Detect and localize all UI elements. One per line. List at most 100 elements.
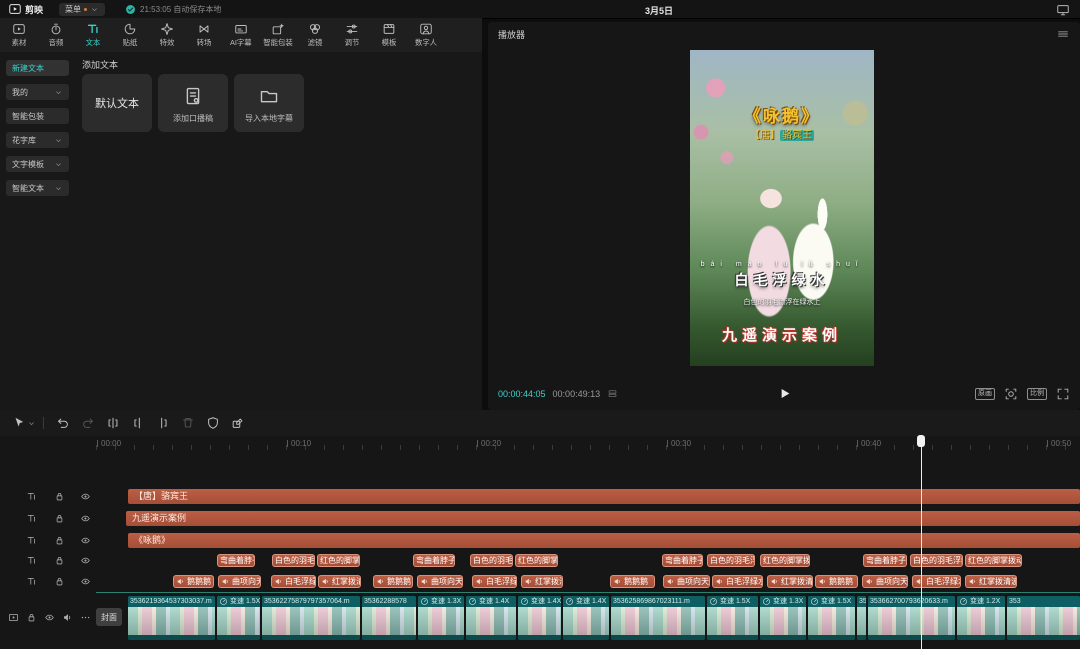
lock-icon[interactable]	[54, 535, 65, 546]
text-track-clip[interactable]: 《咏鹅》	[128, 533, 1080, 548]
tts-segment[interactable]: 红掌拨清	[318, 575, 361, 588]
monitor-icon[interactable]	[1056, 3, 1070, 17]
tts-segment[interactable]: 白毛浮绿水	[912, 575, 961, 588]
lock-icon[interactable]	[54, 576, 65, 587]
card-import-subtitles[interactable]: 导入本地字幕	[234, 74, 304, 132]
text-track-icon[interactable]	[26, 535, 37, 546]
eye-icon[interactable]	[80, 576, 91, 587]
card-add-script[interactable]: 添加口播稿	[158, 74, 228, 132]
caption-segment[interactable]: 弯曲着脖子	[413, 554, 455, 567]
sidebar-item-my[interactable]: 我的	[6, 84, 69, 100]
video-clip[interactable]: 3536219364537303037.m	[128, 596, 215, 640]
tts-segment[interactable]: 鹅鹅鹅	[815, 575, 858, 588]
text-track-icon[interactable]	[26, 491, 37, 502]
fullscreen-icon[interactable]	[1056, 387, 1070, 401]
sidebar-item-smart-text[interactable]: 智能文本	[6, 180, 69, 196]
tts-segment[interactable]: 鹅鹅鹅	[610, 575, 655, 588]
caption-segment[interactable]: 白色的羽毛浮绿	[910, 554, 963, 567]
sidebar-item-new-text[interactable]: 新建文本	[6, 60, 69, 76]
quality-badge[interactable]: 原画	[975, 388, 995, 400]
caption-segment[interactable]: 红色的脚掌拨	[515, 554, 558, 567]
video-clip[interactable]: 35362288578	[362, 596, 416, 640]
tts-segment[interactable]: 曲项向天	[218, 575, 261, 588]
caption-segment[interactable]: 白色的羽毛	[470, 554, 513, 567]
lock-icon[interactable]	[54, 555, 65, 566]
ribbon-item-materials[interactable]: 素材	[0, 20, 37, 50]
lock-icon[interactable]	[54, 491, 65, 502]
video-clip[interactable]: 变速 1.3X	[418, 596, 464, 640]
eye-icon[interactable]	[80, 513, 91, 524]
tts-segment[interactable]: 曲项向天	[417, 575, 463, 588]
tool-mask[interactable]	[200, 412, 225, 434]
tool-crop[interactable]	[225, 412, 250, 434]
tts-segment[interactable]: 白毛浮绿	[472, 575, 517, 588]
video-preview[interactable]: 《咏鹅》 【唐】骆宾王 bái máo fú lǜ shuǐ 白毛浮绿水 白色的…	[690, 50, 874, 366]
lock-icon[interactable]	[54, 513, 65, 524]
tts-segment[interactable]: 曲项向天	[663, 575, 710, 588]
sidebar-item-text-templates[interactable]: 文字模板	[6, 156, 69, 172]
video-clip[interactable]: 35362275879797357064.m	[262, 596, 360, 640]
ribbon-item-text[interactable]: 文本	[74, 20, 111, 50]
text-track-icon[interactable]	[26, 576, 37, 587]
tool-trim-left[interactable]	[125, 412, 150, 434]
tool-split[interactable]	[100, 412, 125, 434]
caption-segment[interactable]: 白色的羽毛	[272, 554, 315, 567]
sidebar-item-smart-package[interactable]: 智能包装	[6, 108, 69, 124]
ribbon-item-digital-human[interactable]: 数字人	[407, 20, 444, 50]
tts-segment[interactable]: 白毛浮绿	[271, 575, 316, 588]
ribbon-item-smart-package[interactable]: 智能包装	[259, 20, 296, 50]
text-track-icon[interactable]	[26, 513, 37, 524]
eye-icon[interactable]	[80, 535, 91, 546]
tool-trim-right[interactable]	[150, 412, 175, 434]
ratio-badge[interactable]: 比例	[1027, 388, 1047, 400]
ribbon-item-templates[interactable]: 模板	[370, 20, 407, 50]
card-default-text[interactable]: 默认文本	[82, 74, 152, 132]
tool-delete[interactable]	[175, 412, 200, 434]
video-clip[interactable]: 变速 1.5X	[707, 596, 758, 640]
video-clip[interactable]: 353625869867023111.m	[611, 596, 705, 640]
caption-segment[interactable]: 白色的羽毛浮	[707, 554, 755, 567]
video-clip[interactable]: 353662700793620633.m	[868, 596, 955, 640]
caption-segment[interactable]: 红色的脚掌拨动	[965, 554, 1022, 567]
play-button[interactable]	[777, 386, 792, 401]
video-track-icon[interactable]	[8, 612, 19, 623]
tts-segment[interactable]: 鹅鹅鹅	[373, 575, 413, 588]
eye-icon[interactable]	[80, 555, 91, 566]
ribbon-item-adjust[interactable]: 调节	[333, 20, 370, 50]
more-icon[interactable]	[80, 612, 91, 623]
burger-menu-icon[interactable]	[1056, 27, 1070, 41]
ribbon-item-filters[interactable]: 滤镜	[296, 20, 333, 50]
eye-icon[interactable]	[44, 612, 55, 623]
menu-button[interactable]: 菜单	[59, 3, 105, 16]
speaker-icon[interactable]	[62, 612, 73, 623]
ribbon-item-stickers[interactable]: 贴纸	[111, 20, 148, 50]
video-clip[interactable]: 35	[857, 596, 866, 640]
list-icon[interactable]	[607, 388, 618, 399]
ribbon-item-audio[interactable]: 音频	[37, 20, 74, 50]
video-clip[interactable]: 变速 1.5X	[217, 596, 260, 640]
video-clip[interactable]: 变速 1.3X	[760, 596, 806, 640]
video-clip[interactable]: 变速 1.4X	[466, 596, 516, 640]
caption-segment[interactable]: 红色的脚掌	[317, 554, 360, 567]
tool-undo[interactable]	[50, 412, 75, 434]
text-track-clip[interactable]: 九遥演示案例	[126, 511, 1080, 526]
ribbon-item-transitions[interactable]: 转场	[185, 20, 222, 50]
tts-segment[interactable]: 鹅鹅鹅	[173, 575, 214, 588]
video-clip[interactable]: 变速 1.4X	[563, 596, 609, 640]
caption-segment[interactable]: 弯曲着脖子	[863, 554, 907, 567]
text-track-clip[interactable]: 【唐】骆宾王	[128, 489, 1080, 504]
sidebar-item-word-art[interactable]: 花字库	[6, 132, 69, 148]
text-track-icon[interactable]	[26, 555, 37, 566]
caption-segment[interactable]: 弯曲着脖子	[662, 554, 703, 567]
caption-segment[interactable]: 弯曲着脖子	[217, 554, 255, 567]
tts-segment[interactable]: 红掌拨清	[521, 575, 563, 588]
tts-segment[interactable]: 曲项向天	[862, 575, 908, 588]
video-clip[interactable]: 变速 1.2X	[957, 596, 1005, 640]
tool-redo[interactable]	[75, 412, 100, 434]
ribbon-item-effects[interactable]: 特效	[148, 20, 185, 50]
fit-screen-icon[interactable]	[1004, 387, 1018, 401]
lock-icon[interactable]	[26, 612, 37, 623]
playhead-handle[interactable]	[917, 435, 925, 447]
tts-segment[interactable]: 红掌拨清波	[965, 575, 1017, 588]
video-clip[interactable]: 353	[1007, 596, 1080, 640]
